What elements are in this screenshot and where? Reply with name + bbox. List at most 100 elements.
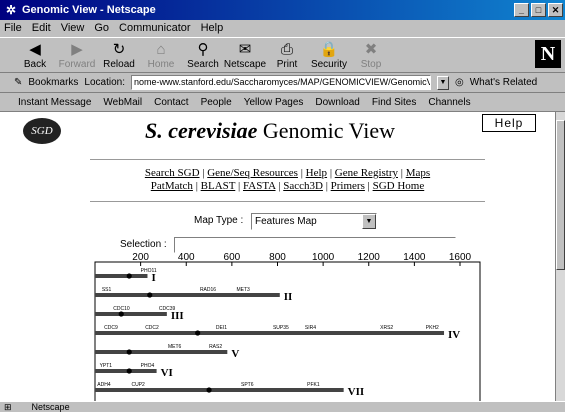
home-button[interactable]: ⌂ Home (140, 38, 182, 72)
gene-label[interactable]: SIR4 (305, 325, 316, 331)
url-dropdown-icon[interactable]: ▼ (437, 75, 449, 90)
netscape-window-icon: ✲ (5, 3, 17, 17)
netscape-icon: ✉ (238, 41, 252, 58)
chromosome-label[interactable]: IV (448, 329, 460, 341)
personal-people[interactable]: People (201, 97, 232, 108)
minimize-button[interactable]: _ (514, 3, 529, 17)
gene-label[interactable]: PHO4 (141, 363, 155, 369)
nav-link-sgd-home[interactable]: SGD Home (373, 180, 425, 192)
nav-link-primers[interactable]: Primers (331, 180, 365, 192)
netscape-logo[interactable]: N (535, 40, 561, 68)
security-button[interactable]: 🔒 Security (308, 38, 350, 72)
axis-tick-label: 200 (132, 252, 149, 263)
nav-link-sacch3d[interactable]: Sacch3D (283, 180, 323, 192)
chromosome-map[interactable]: 200 400 600 800 1000 1200 1400 1600IPHO11IISS1 R… (0, 252, 555, 401)
menu-file[interactable]: File (4, 22, 22, 34)
stop-icon: ✖ (364, 41, 378, 58)
gene-label[interactable]: XRS2 (380, 325, 393, 331)
menu-go[interactable]: Go (94, 22, 109, 34)
nav-link-patmatch[interactable]: PatMatch (151, 180, 193, 192)
personal-yellow-pages[interactable]: Yellow Pages (244, 97, 304, 108)
window-title: Genomic View - Netscape (22, 4, 156, 16)
nav-links-row-2: PatMatch | BLAST | FASTA | Sacch3D | Pri… (150, 180, 425, 192)
gene-label[interactable]: DEI1 (216, 325, 227, 331)
gene-label[interactable]: PFK1 (307, 382, 320, 388)
reload-button[interactable]: ↻ Reload (98, 38, 140, 72)
map-type-select[interactable]: Features Map ▼ (251, 213, 377, 230)
url-field[interactable]: nome-www.stanford.edu/Saccharomyces/MAP/… (131, 75, 431, 90)
location-label: Location: (84, 77, 125, 88)
gene-label[interactable]: CUP2 (132, 382, 146, 388)
vertical-scrollbar[interactable] (555, 112, 565, 401)
chromosome-bar[interactable] (95, 274, 148, 278)
axis-tick-label: 600 (224, 252, 241, 263)
menu-view[interactable]: View (61, 22, 85, 34)
chromosome-bar[interactable] (95, 312, 167, 316)
nav-link-search-sgd[interactable]: Search SGD (145, 167, 200, 179)
nav-link-fasta[interactable]: FASTA (243, 180, 276, 192)
personal-download[interactable]: Download (315, 97, 359, 108)
gene-label[interactable]: CDC10 (113, 306, 130, 312)
search-button[interactable]: ⚲ Search (182, 38, 224, 72)
menu-edit[interactable]: Edit (32, 22, 51, 34)
scrollbar-thumb[interactable] (556, 120, 565, 270)
personal-webmail[interactable]: WebMail (103, 97, 142, 108)
back-arrow-icon: ◀ (29, 41, 41, 58)
map-type-label: Map Type : (194, 215, 244, 226)
gene-label[interactable]: SPT6 (241, 382, 254, 388)
gene-label[interactable]: PKH2 (426, 325, 439, 331)
personal-instant-message[interactable]: Instant Message (18, 97, 91, 108)
gene-label[interactable]: ADH4 (97, 382, 111, 388)
chromosome-bar[interactable] (95, 388, 344, 392)
chromosome-label[interactable]: V (231, 348, 239, 360)
stop-button[interactable]: ✖ Stop (350, 38, 392, 72)
nav-link-maps[interactable]: Maps (406, 167, 430, 179)
selection-input[interactable] (174, 237, 456, 253)
gene-label[interactable]: RAD16 (200, 287, 216, 293)
chromosome-bar[interactable] (95, 293, 280, 297)
gene-label[interactable]: SUP35 (273, 325, 289, 331)
gene-label[interactable]: MET6 (168, 344, 182, 350)
gene-label[interactable]: SS1 (102, 287, 112, 293)
forward-arrow-icon: ▶ (71, 41, 83, 58)
forward-button[interactable]: ▶ Forward (56, 38, 98, 72)
print-button[interactable]: ⎙ Print (266, 38, 308, 72)
gene-label[interactable]: CDC39 (159, 306, 176, 312)
gene-label[interactable]: PHO11 (141, 268, 157, 274)
chromosome-label[interactable]: VI (161, 367, 173, 379)
maximize-button[interactable]: □ (531, 3, 546, 17)
chromosome-bar[interactable] (95, 350, 228, 354)
toolbar-button-label: Print (276, 59, 298, 70)
personal-channels[interactable]: Channels (428, 97, 470, 108)
whats-related-button[interactable]: What's Related (470, 77, 538, 88)
close-button[interactable]: ✕ (548, 3, 563, 17)
chromosome-label[interactable]: II (284, 291, 293, 303)
netscape-button[interactable]: ✉ Netscape (224, 38, 266, 72)
search-icon: ⚲ (197, 41, 209, 58)
chromosome-label[interactable]: VII (348, 386, 365, 398)
nav-link-help[interactable]: Help (306, 167, 327, 179)
title-bar: ✲ Genomic View - Netscape _ □ ✕ (0, 0, 565, 20)
nav-link-gene-seq-resources[interactable]: Gene/Seq Resources (207, 167, 298, 179)
personal-contact[interactable]: Contact (154, 97, 188, 108)
gene-label[interactable]: CDC2 (145, 325, 159, 331)
menu-help[interactable]: Help (201, 22, 224, 34)
personal-find-sites[interactable]: Find Sites (372, 97, 416, 108)
chromosome-bar[interactable] (95, 369, 157, 373)
menu-communicator[interactable]: Communicator (119, 22, 191, 34)
gene-label[interactable]: CDC9 (104, 325, 118, 331)
back-button[interactable]: ◀ Back (14, 38, 56, 72)
nav-link-gene-registry[interactable]: Gene Registry (335, 167, 398, 179)
gene-label[interactable]: RAS2 (209, 344, 222, 350)
toolbar-button-label: Search (187, 59, 219, 70)
chevron-down-icon[interactable]: ▼ (362, 214, 376, 229)
help-button[interactable]: Help (482, 114, 536, 132)
navigation-toolbar: ◀ Back ▶ Forward ↻ Reload ⌂ Home ⚲ Search ✉ Netscap… (0, 37, 565, 73)
gene-label[interactable]: MET3 (236, 287, 250, 293)
sgd-logo[interactable]: SGD (23, 118, 61, 144)
bookmarks-button[interactable]: Bookmarks (28, 77, 78, 88)
nav-link-blast[interactable]: BLAST (201, 180, 236, 192)
chromosome-bar[interactable] (95, 331, 445, 335)
gene-label[interactable]: YPT1 (100, 363, 113, 369)
toolbar-button-label: Stop (360, 59, 382, 70)
